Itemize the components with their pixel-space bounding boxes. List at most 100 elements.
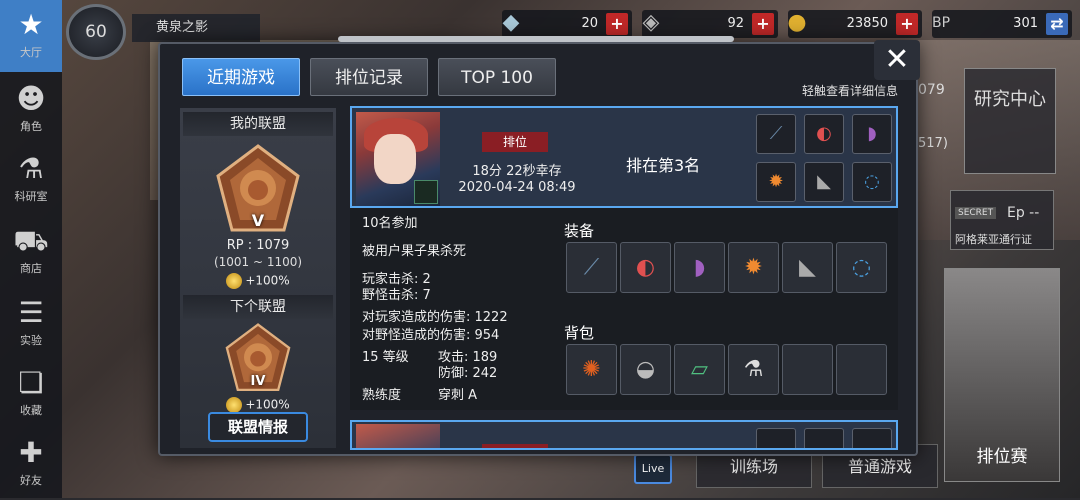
bag-slot-flask-icon[interactable]: ⚗ <box>728 344 779 395</box>
backpack-title: 背包 <box>564 324 595 342</box>
close-icon: ✕ <box>884 42 910 77</box>
alliance-panel: 我的联盟 V RP : 1079 (1001 ~ 1100) +100% 下个联… <box>180 108 336 448</box>
character-portrait <box>356 112 440 206</box>
equip-mini-weapon-icon: ⟋ <box>756 114 796 154</box>
equip-slot-arm-icon[interactable]: ◗ <box>674 242 725 293</box>
equip-slot-weapon-icon[interactable]: ⟋ <box>566 242 617 293</box>
training-mode-label: 训练场 <box>729 457 778 476</box>
live-button[interactable]: Live <box>634 454 672 484</box>
ticket-plus-button[interactable]: + <box>752 13 774 35</box>
crystal-value: 20 <box>581 16 598 31</box>
alliance-info-button[interactable]: 联盟情报 <box>208 412 308 442</box>
episode-label: Ep -- <box>1007 205 1040 221</box>
equip-mini-icon <box>852 428 892 448</box>
bag-slot-empty[interactable] <box>782 344 833 395</box>
equip-slot-helmet-icon[interactable]: ◐ <box>620 242 671 293</box>
book-icon: ❏ <box>18 366 44 399</box>
ranked-tag: 排位 <box>482 132 548 152</box>
nav-item-lab[interactable]: ⚗ 科研室 <box>0 144 62 216</box>
crystal-icon: ◆ <box>502 10 520 35</box>
equip-slot-accessory-icon[interactable]: ✹ <box>728 242 779 293</box>
bag-slot-empty[interactable] <box>836 344 887 395</box>
coin-plus-button[interactable]: + <box>896 13 918 35</box>
next-alliance-badge: IV <box>223 323 293 393</box>
nav-item-shop[interactable]: ⛟ 商店 <box>0 216 62 288</box>
nav-label: 商店 <box>20 262 42 275</box>
match-card-2[interactable] <box>350 420 898 450</box>
match-detail-panel: 10名参加 被用户果子果杀死 玩家击杀: 2 野怪击杀: 7 对玩家造成的伤害:… <box>350 208 898 410</box>
equip-mini-icon <box>756 428 796 448</box>
nav-item-experiment[interactable]: ☰ 实验 <box>0 288 62 360</box>
player-damage: 对玩家造成的伤害: 1222 <box>362 310 508 325</box>
equip-slot-trinket-icon[interactable]: ◌ <box>836 242 887 293</box>
bp-exchange-button[interactable]: ⇄ <box>1046 13 1068 35</box>
lobby-star-icon: ★ <box>18 8 44 41</box>
character-level: 15 等级 <box>362 350 409 365</box>
coin-value: 23850 <box>846 16 888 31</box>
next-bonus-value: +100% <box>245 397 290 412</box>
player-level: 60 <box>85 22 107 42</box>
left-navigation: ★ 大厅 ☻ 角色 ⚗ 科研室 ⛟ 商店 ☰ 实验 ❏ 收藏 ✚ 好友 <box>0 0 62 498</box>
rp-value: RP : 1079 <box>226 238 290 253</box>
crystal-plus-button[interactable]: + <box>606 13 628 35</box>
secret-label: SECRET <box>955 207 997 219</box>
close-button[interactable]: ✕ <box>874 40 920 80</box>
survival-time: 18分 22秒幸存 <box>472 164 562 179</box>
ticket-icon: ◈ <box>642 10 660 35</box>
alliance-badge: V <box>216 144 300 234</box>
coin-icon <box>226 397 243 413</box>
next-alliance-title: 下个联盟 <box>183 295 333 319</box>
bag-slot-board-icon[interactable]: ▱ <box>674 344 725 395</box>
bonus-value: +100% <box>245 273 290 288</box>
season-pass-panel[interactable]: SECRET Ep -- 阿格莱亚通行证 <box>950 190 1054 250</box>
live-label: Live <box>641 462 665 475</box>
bag-slot-stone-icon[interactable]: ◒ <box>620 344 671 395</box>
next-alliance-bonus: +100% <box>180 397 336 413</box>
portrait-face <box>374 134 416 184</box>
equipment-title: 装备 <box>564 222 595 240</box>
coin-icon <box>226 273 243 289</box>
modal-handle <box>338 36 734 42</box>
player-level-badge[interactable]: 60 <box>66 4 126 60</box>
nav-item-friends[interactable]: ✚ 好友 <box>0 428 62 500</box>
ticket-value: 92 <box>727 16 744 31</box>
pass-label: 阿格莱亚通行证 <box>955 233 1032 246</box>
tap-hint: 轻触查看详细信息 <box>801 84 898 98</box>
character-portrait-2 <box>356 424 440 448</box>
tab-ranking-records[interactable]: 排位记录 <box>310 58 428 96</box>
defense-stat: 防御: 242 <box>438 366 498 381</box>
alliance-bonus: +100% <box>180 273 336 289</box>
weapon-type-icon <box>414 180 438 204</box>
bp-icon: BP <box>931 15 951 31</box>
tab-top-100[interactable]: TOP 100 <box>438 58 556 96</box>
bp-value: 301 <box>1013 16 1038 31</box>
partial-value-2: 517) <box>918 136 948 151</box>
match-date: 2020-04-24 08:49 <box>458 180 576 195</box>
player-name: 黄泉之影 <box>132 14 260 42</box>
equip-slot-boots-icon[interactable]: ◣ <box>782 242 833 293</box>
next-alliance-rank: IV <box>250 374 266 389</box>
tab-recent-games[interactable]: 近期游戏 <box>182 58 300 96</box>
equip-mini-helmet-icon: ◐ <box>804 114 844 154</box>
character-icon: ☻ <box>16 82 46 115</box>
normal-mode-label: 普通游戏 <box>847 457 912 476</box>
nav-item-character[interactable]: ☻ 角色 <box>0 74 62 146</box>
match-card[interactable]: 排位 18分 22秒幸存 2020-04-24 08:49 排在第3名 ⟋ ◐ … <box>350 106 898 208</box>
participants: 10名参加 <box>362 216 418 231</box>
equip-mini-boots-icon: ◣ <box>804 162 844 202</box>
killed-by: 被用户果子果杀死 <box>362 244 467 259</box>
ranked-mode-button[interactable]: 排位赛 <box>944 268 1060 482</box>
research-center-label: 研究中心 <box>974 89 1046 110</box>
equip-mini-accessory-icon: ✹ <box>756 162 796 202</box>
nav-item-lobby[interactable]: ★ 大厅 <box>0 0 62 72</box>
mastery-label: 熟练度 <box>362 388 402 403</box>
nav-item-collection[interactable]: ❏ 收藏 <box>0 358 62 430</box>
nav-label: 大厅 <box>20 46 42 59</box>
bag-slot-crab-icon[interactable]: ✺ <box>566 344 617 395</box>
monster-damage: 对野怪造成的伤害: 954 <box>362 328 500 343</box>
match-history-modal: ✕ 近期游戏 排位记录 TOP 100 轻触查看详细信息 我的联盟 V RP :… <box>158 36 920 456</box>
partial-value: 079 <box>918 82 945 98</box>
nav-label: 实验 <box>20 334 42 347</box>
research-center-button[interactable]: 研究中心 <box>964 68 1056 174</box>
nav-label: 好友 <box>20 474 42 487</box>
